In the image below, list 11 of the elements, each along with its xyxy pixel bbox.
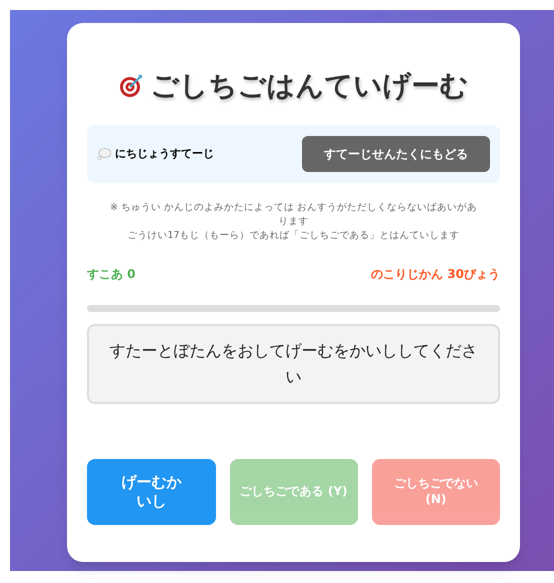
note-text: ごうけい17もじ（もーら）であれば「ごしちごである」とはんていします xyxy=(126,229,461,243)
score-text: すこあ 0 xyxy=(87,266,136,283)
stage-label: にちじょうすてーじ xyxy=(115,146,214,162)
thought-bubble-icon xyxy=(97,148,111,160)
question-text: すたーとぼたんをおしてげーむをかいししてください xyxy=(108,340,478,388)
target-icon xyxy=(118,74,142,98)
start-game-button[interactable]: げーむかいし xyxy=(87,459,216,525)
time-left-text: のこりじかん 30びょう xyxy=(371,266,500,283)
note-text: ※ ちゅうい かんじのよみかたによっては おんすうがただしくならないばあいがあります xyxy=(108,201,478,229)
back-to-stage-select-button[interactable]: すてーじせんたくにもどる xyxy=(302,136,490,172)
game-title: ごしちごはんていげーむ xyxy=(150,68,468,104)
